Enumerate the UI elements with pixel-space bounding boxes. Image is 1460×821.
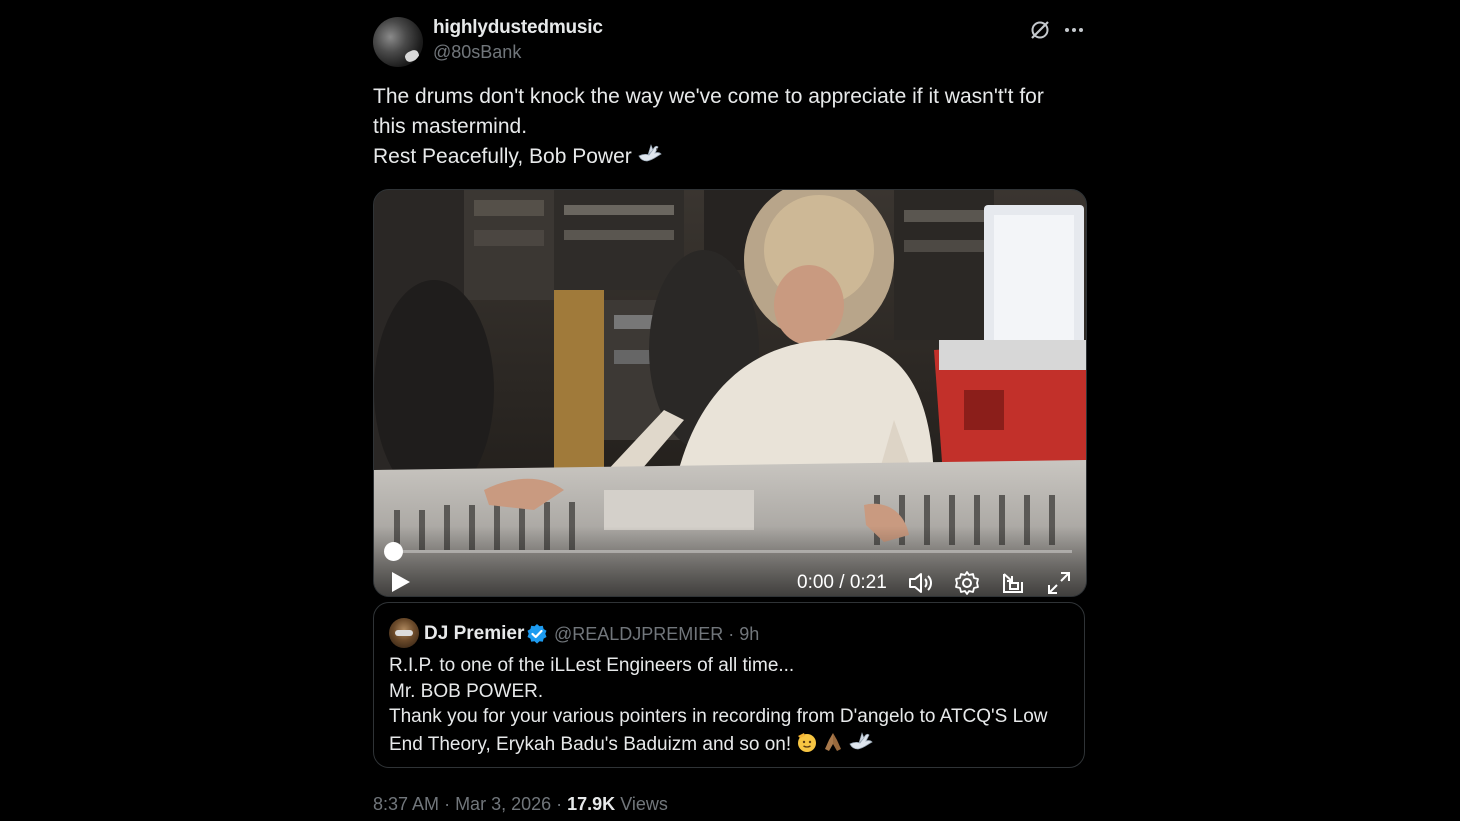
quoted-tweet[interactable]: DJ Premier @REALDJPREMIER · 9h R.I.P. to… bbox=[373, 602, 1085, 768]
fullscreen-icon[interactable] bbox=[1046, 570, 1072, 596]
tweet-text: The drums don't knock the way we've come… bbox=[373, 82, 1086, 172]
quote-author-meta: @REALDJPREMIER · 9h bbox=[554, 624, 760, 644]
author-display-name[interactable]: highlydustedmusic bbox=[433, 17, 603, 39]
dove-icon bbox=[849, 731, 873, 749]
quote-line: R.I.P. to one of the iLLest Engineers of… bbox=[389, 655, 795, 676]
video-scrubber-knob[interactable] bbox=[384, 542, 403, 561]
saluting-face-icon bbox=[798, 732, 817, 752]
verified-badge-icon bbox=[527, 624, 547, 644]
quote-author-avatar bbox=[389, 618, 419, 648]
video-time: 0:00 / 0:21 bbox=[797, 572, 887, 593]
play-icon[interactable] bbox=[390, 570, 412, 594]
tweet-time[interactable]: 8:37 AM bbox=[373, 794, 439, 814]
volume-icon[interactable] bbox=[907, 570, 933, 596]
tweet: highlydustedmusic @80sBank The drums don… bbox=[373, 12, 1087, 814]
views-label: Views bbox=[620, 794, 668, 814]
folded-hands-icon bbox=[825, 732, 842, 751]
quote-line: Mr. BOB POWER. bbox=[389, 680, 544, 702]
settings-gear-icon[interactable] bbox=[954, 570, 980, 596]
quote-author-name: DJ Premier bbox=[424, 623, 525, 644]
dove-icon bbox=[638, 144, 662, 162]
tweet-line: this mastermind. bbox=[373, 115, 528, 138]
quote-text: R.I.P. to one of the iLLest Engineers of… bbox=[389, 653, 1079, 757]
tweet-line: The drums don't knock the way we've come… bbox=[373, 85, 1044, 108]
author-handle[interactable]: @80sBank bbox=[433, 42, 521, 63]
grok-icon[interactable] bbox=[1028, 18, 1052, 42]
tweet-meta: 8:37 AM · Mar 3, 2026 · 17.9K Views bbox=[373, 794, 668, 814]
more-options-icon[interactable] bbox=[1062, 18, 1086, 42]
views-count[interactable]: 17.9K bbox=[567, 794, 615, 814]
picture-in-picture-icon[interactable] bbox=[1000, 570, 1026, 596]
video-scrubber[interactable] bbox=[394, 550, 1072, 553]
video-player[interactable]: 0:00 / 0:21 bbox=[373, 189, 1087, 597]
tweet-line: Rest Peacefully, Bob Power bbox=[373, 145, 632, 168]
tweet-date[interactable]: Mar 3, 2026 bbox=[455, 794, 551, 814]
quote-line: Thank you for your various pointers in r… bbox=[389, 706, 1048, 727]
quote-line: End Theory, Erykah Badu's Baduizm and so… bbox=[389, 733, 792, 755]
video-controls: 0:00 / 0:21 bbox=[374, 526, 1086, 596]
tweet-header: highlydustedmusic @80sBank bbox=[373, 12, 1086, 70]
author-avatar[interactable] bbox=[373, 17, 423, 67]
